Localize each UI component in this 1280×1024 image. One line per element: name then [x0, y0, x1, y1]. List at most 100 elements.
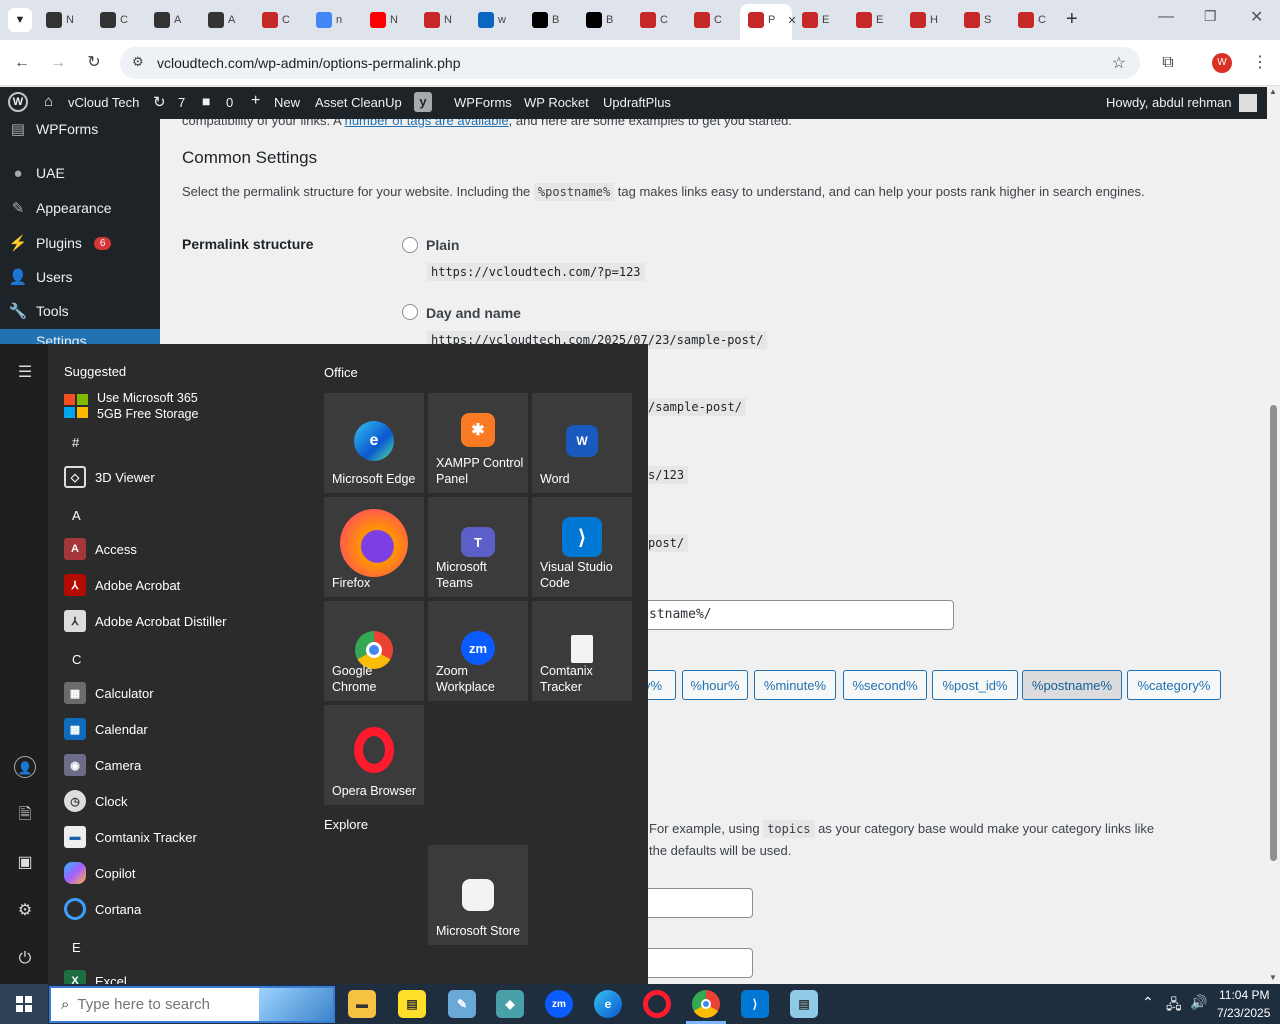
sidebar-item-settings[interactable]: Settings [0, 329, 160, 344]
scroll-up-arrow[interactable]: ▲ [1269, 87, 1277, 96]
new-content-link[interactable]: New [274, 95, 300, 110]
wordpress-logo-icon[interactable]: W [8, 92, 28, 112]
tile-vscode[interactable]: ⟩ Visual Studio Code [532, 497, 632, 597]
user-avatar[interactable] [1239, 94, 1257, 112]
site-info-icon[interactable]: ⚙ [132, 54, 144, 70]
paint-icon[interactable]: ✎ [448, 990, 476, 1018]
plain-label[interactable]: Plain [426, 237, 459, 253]
zoom-taskbar-icon[interactable]: zm [545, 990, 573, 1018]
browser-tab[interactable]: N [424, 8, 452, 32]
tag-button-category[interactable]: %category% [1127, 670, 1221, 700]
browser-tab[interactable]: C [694, 8, 722, 32]
app-cortana[interactable]: Cortana [64, 894, 141, 924]
extensions-icon[interactable]: ⧉ [1158, 53, 1178, 73]
browser-tab[interactable]: B [532, 8, 559, 32]
tile-firefox[interactable]: Firefox [324, 497, 424, 597]
volume-icon[interactable]: 🔊 [1190, 994, 1207, 1011]
app-comtanix-tracker[interactable]: ▬ Comtanix Tracker [64, 822, 197, 852]
app-access[interactable]: A Access [64, 534, 137, 564]
app-launcher-icon[interactable]: ◆ [496, 990, 524, 1018]
browser-tab[interactable]: E [856, 8, 883, 32]
tag-base-input[interactable] [630, 948, 753, 978]
day-name-label[interactable]: Day and name [426, 305, 521, 321]
tag-button-postname[interactable]: %postname% [1022, 670, 1122, 700]
minimize-button[interactable]: — [1158, 8, 1174, 26]
updates-icon[interactable]: ↻ [153, 93, 166, 111]
app-calendar[interactable]: ▦ Calendar [64, 714, 148, 744]
notepad-taskbar-icon[interactable]: ▤ [790, 990, 818, 1018]
browser-tab[interactable]: E [802, 8, 829, 32]
home-icon[interactable]: ⌂ [44, 93, 53, 110]
custom-structure-input[interactable]: stname%/ [630, 600, 954, 630]
tile-opera[interactable]: Opera Browser [324, 705, 424, 805]
bookmark-star-icon[interactable]: ☆ [1112, 53, 1126, 73]
asset-cleanup-link[interactable]: Asset CleanUp [315, 95, 402, 110]
menu-icon[interactable]: ⋮ [1250, 53, 1270, 73]
sidebar-item-appearance[interactable]: ✎ Appearance [8, 198, 112, 218]
comments-icon[interactable]: ■ [202, 93, 210, 109]
sidebar-item-wpforms[interactable]: ▤ WPForms [8, 119, 98, 139]
forward-icon[interactable]: → [48, 53, 68, 73]
browser-tab[interactable]: C [100, 8, 128, 32]
sidebar-item-uae[interactable]: ● UAE [8, 163, 64, 183]
scroll-down-arrow[interactable]: ▼ [1269, 973, 1277, 982]
reload-icon[interactable]: ↻ [84, 53, 104, 73]
app-3d-viewer[interactable]: ◇ 3D Viewer [64, 462, 155, 492]
browser-tab[interactable]: n [316, 8, 342, 32]
app-camera[interactable]: ◉ Camera [64, 750, 141, 780]
tile-microsoft-teams[interactable]: T Microsoft Teams [428, 497, 528, 597]
wpforms-link[interactable]: WPForms [454, 95, 512, 110]
updraftplus-link[interactable]: UpdraftPlus [603, 95, 671, 110]
close-window-button[interactable]: ✕ [1250, 7, 1263, 27]
restore-button[interactable]: ❐ [1204, 8, 1217, 25]
updates-count[interactable]: 7 [178, 95, 185, 110]
opera-taskbar-icon[interactable] [643, 990, 671, 1018]
browser-tab[interactable]: A [208, 8, 235, 32]
tile-word[interactable]: W Word [532, 393, 632, 493]
app-acrobat-distiller[interactable]: ⅄ Adobe Acrobat Distiller [64, 606, 227, 636]
tile-xampp[interactable]: ✱ XAMPP Control Panel [428, 393, 528, 493]
new-tab-button[interactable]: + [1066, 8, 1078, 31]
app-excel[interactable]: X Excel [64, 966, 127, 984]
browser-tab[interactable]: N [46, 8, 74, 32]
tag-button-hour[interactable]: %hour% [682, 670, 748, 700]
close-tab-icon[interactable]: ✕ [787, 14, 796, 27]
browser-tab[interactable]: P ✕ [748, 8, 797, 32]
browser-tab[interactable]: C [262, 8, 290, 32]
pictures-icon[interactable]: ▣ [14, 852, 36, 874]
edge-taskbar-icon[interactable]: e [594, 990, 622, 1018]
browser-tab[interactable]: N [370, 8, 398, 32]
profile-avatar[interactable]: W [1212, 53, 1232, 73]
wp-rocket-link[interactable]: WP Rocket [524, 95, 589, 110]
back-icon[interactable]: ← [12, 53, 32, 73]
tab-search-button[interactable]: ▼ [8, 8, 32, 32]
sidebar-item-users[interactable]: 👤 Users [8, 267, 73, 287]
tags-available-link[interactable]: number of tags are available [345, 119, 509, 128]
clock-date[interactable]: 7/23/2025 [1217, 1006, 1270, 1020]
browser-tab[interactable]: H [910, 8, 938, 32]
sidebar-item-plugins[interactable]: ⚡ Plugins 6 [8, 233, 112, 253]
hamburger-menu-icon[interactable]: ☰ [14, 362, 36, 384]
browser-tab[interactable]: A [154, 8, 181, 32]
browser-tab[interactable]: S [964, 8, 991, 32]
vscode-taskbar-icon[interactable]: ⟩ [741, 990, 769, 1018]
tile-google-chrome[interactable]: Google Chrome [324, 601, 424, 701]
comments-count[interactable]: 0 [226, 95, 233, 110]
app-copilot[interactable]: Copilot [64, 858, 135, 888]
letter-header-e[interactable]: E [72, 940, 81, 955]
tag-button-minute[interactable]: %minute% [754, 670, 836, 700]
documents-icon[interactable]: 🗎 [14, 804, 36, 826]
app-clock[interactable]: ◷ Clock [64, 786, 128, 816]
tile-microsoft-store[interactable]: Microsoft Store [428, 845, 528, 945]
category-base-input[interactable] [630, 888, 753, 918]
new-plus-icon[interactable]: + [251, 92, 260, 110]
tile-zoom[interactable]: zm Zoom Workplace [428, 601, 528, 701]
howdy-user-link[interactable]: Howdy, abdul rehman [1106, 95, 1232, 110]
tile-microsoft-edge[interactable]: e Microsoft Edge [324, 393, 424, 493]
browser-tab[interactable]: w [478, 8, 506, 32]
sidebar-item-tools[interactable]: 🔧 Tools [8, 301, 69, 321]
letter-header-c[interactable]: C [72, 652, 81, 667]
chrome-taskbar-icon[interactable] [692, 990, 720, 1018]
scrollbar-thumb[interactable] [1270, 405, 1277, 861]
app-calculator[interactable]: ▦ Calculator [64, 678, 154, 708]
